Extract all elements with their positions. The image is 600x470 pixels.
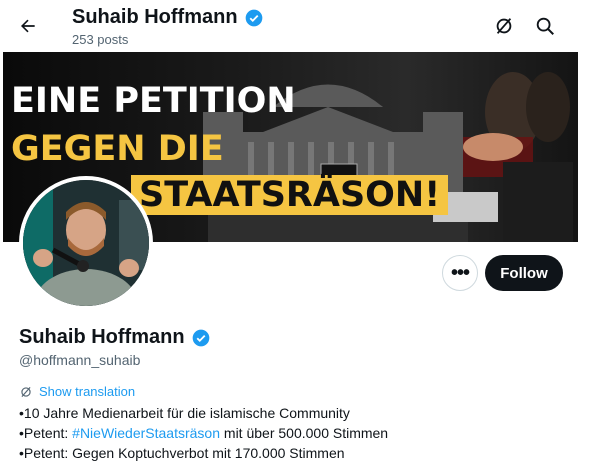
more-options-button[interactable]: •••: [442, 255, 478, 291]
avatar[interactable]: [19, 176, 153, 310]
top-bar: Suhaib Hoffmann 253 posts: [0, 0, 600, 52]
mute-icon: [496, 18, 512, 34]
bio-line-3: •Petent: Gegen Koptuchverbot mit 170.000…: [19, 445, 345, 461]
search-icon: [536, 17, 554, 35]
post-count: 253 posts: [72, 32, 129, 47]
banner-line-1: EINE PETITION: [11, 81, 296, 121]
header-title: Suhaib Hoffmann: [72, 6, 264, 29]
bio-line-2-prefix: •Petent:: [19, 425, 73, 441]
banner-line-3: STAATSRÄSON!: [131, 175, 449, 215]
mute-button[interactable]: [492, 14, 516, 38]
back-button[interactable]: [14, 12, 42, 40]
header-name: Suhaib Hoffmann: [72, 6, 238, 28]
profile-name-row: Suhaib Hoffmann: [19, 326, 211, 349]
bio-line-2-suffix: mit über 500.000 Stimmen: [220, 425, 389, 441]
banner-line-2: GEGEN DIE: [11, 129, 224, 169]
profile-handle: @hoffmann_suhaib: [19, 352, 141, 368]
translate-icon: [21, 386, 31, 397]
bio-line-1: •10 Jahre Medienarbeit für die islamisch…: [19, 405, 350, 421]
back-arrow-icon: [21, 19, 35, 33]
search-button[interactable]: [533, 14, 557, 38]
verified-badge-icon: [245, 9, 262, 26]
follow-button[interactable]: Follow: [485, 255, 563, 291]
hashtag-link[interactable]: #NieWiederStaatsräson: [72, 425, 220, 441]
verified-badge-icon: [192, 329, 209, 346]
avatar-photo: [23, 180, 149, 306]
show-translation-link[interactable]: Show translation: [19, 384, 135, 399]
profile-name: Suhaib Hoffmann: [19, 326, 185, 348]
bio-line-2: •Petent: #NieWiederStaatsräson mit über …: [19, 425, 388, 441]
show-translation-label: Show translation: [39, 384, 136, 399]
